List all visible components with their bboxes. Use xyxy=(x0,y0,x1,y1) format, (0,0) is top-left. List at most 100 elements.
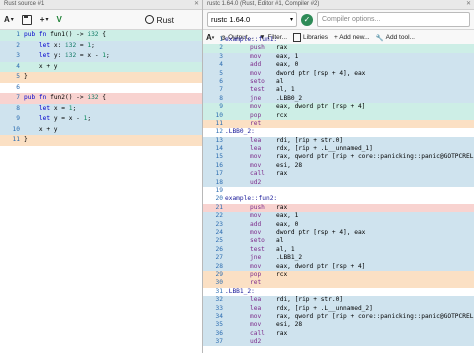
close-icon[interactable]: ✕ xyxy=(194,0,199,9)
source-line[interactable]: 6 xyxy=(0,83,202,94)
source-line[interactable]: 11} xyxy=(0,135,202,146)
asm-line[interactable]: 25 seto al xyxy=(203,237,474,246)
source-line-text: x + y xyxy=(24,125,58,133)
asm-opcode: push xyxy=(250,203,265,211)
asm-line[interactable]: 37 ud2 xyxy=(203,338,474,347)
asm-opcode: lea xyxy=(250,145,262,153)
asm-line[interactable]: 6 seto al xyxy=(203,77,474,87)
source-tab[interactable]: Rust source #1 ✕ xyxy=(0,0,202,10)
source-line[interactable]: 3 let y: i32 = x - 1; xyxy=(0,51,202,62)
line-number: 10 xyxy=(12,125,20,133)
line-number: 8 xyxy=(16,104,20,112)
source-line[interactable]: 7 pub fn fun2() -> i32 { xyxy=(0,93,202,104)
asm-opcode: mov xyxy=(250,153,262,161)
language-selector[interactable]: Rust xyxy=(141,10,178,29)
asm-opcode: ret xyxy=(250,279,262,287)
asm-line[interactable]: 15 mov rax, qword ptr [rip + core::panicki… xyxy=(203,153,474,162)
source-tab-title: Rust source #1 xyxy=(4,1,45,7)
asm-line[interactable]: 23 add eax, 0 xyxy=(203,220,474,229)
asm-line[interactable]: 1 example::fun1: xyxy=(203,36,474,44)
line-number: 19 xyxy=(215,187,223,195)
compiler-options-input[interactable]: Compiler options... xyxy=(317,12,470,27)
asm-line[interactable]: 3 mov eax, 1 xyxy=(203,52,474,62)
asm-line[interactable]: 32 lea rdi, [rip + str.0] xyxy=(203,296,474,305)
asm-operands: al xyxy=(276,77,284,85)
asm-opcode: mov xyxy=(250,262,262,270)
line-number: 34 xyxy=(215,312,223,320)
asm-line[interactable]: 14 lea rdx, [rip + .L__unnamed_1] xyxy=(203,145,474,154)
source-line[interactable]: 9 let y = x - 1; xyxy=(0,114,202,125)
line-number: 7 xyxy=(16,94,20,101)
asm-opcode: add xyxy=(250,220,262,228)
source-line[interactable]: 8 let x = 1; xyxy=(0,103,202,114)
asm-line[interactable]: 26 test al, 1 xyxy=(203,245,474,255)
asm-line[interactable]: 27 jne .LBB1_2 xyxy=(203,254,474,263)
source-line[interactable]: 2 let x: i32 = 1; xyxy=(0,40,202,51)
source-line-text: } xyxy=(24,73,28,80)
asm-line[interactable]: 9 mov eax, dword ptr [rsp + 4] xyxy=(203,103,474,112)
line-number: 4 xyxy=(16,62,20,70)
asm-line[interactable]: 2 push rax xyxy=(203,44,474,53)
asm-operands: eax, 1 xyxy=(276,52,299,60)
asm-opcode: mov xyxy=(250,161,262,169)
asm-line[interactable]: 17 call rax xyxy=(203,170,474,179)
asm-line[interactable]: 16 mov esi, 28 xyxy=(203,161,474,171)
source-line-text: let y: i32 = x - 1; xyxy=(38,52,110,59)
asm-line[interactable]: 8 jne .LBB0_2 xyxy=(203,94,474,104)
asm-opcode: test xyxy=(250,245,265,253)
source-line-text: let x = 1; xyxy=(38,104,77,112)
save-button[interactable] xyxy=(18,10,36,29)
asm-line[interactable]: 35 mov esi, 28 xyxy=(203,321,474,330)
line-number: 30 xyxy=(215,279,223,287)
asm-line[interactable]: 36 call rax xyxy=(203,329,474,339)
asm-line[interactable]: 20 example::fun2: xyxy=(203,195,474,203)
asm-operands: rax, qword ptr [rip + core::panicking::p… xyxy=(276,153,474,161)
asm-line[interactable]: 34 mov rax, qword ptr [rip + core::panicki… xyxy=(203,312,474,322)
asm-line[interactable]: 19 xyxy=(203,187,474,195)
line-number: 14 xyxy=(215,145,223,153)
add-button[interactable]: + ▾ xyxy=(36,10,53,29)
close-icon[interactable]: ✕ xyxy=(466,0,471,9)
line-number: 11 xyxy=(215,119,223,127)
asm-line[interactable]: 12 .LBB0_2: xyxy=(203,128,474,136)
asm-line[interactable]: 13 lea rdi, [rip + str.0] xyxy=(203,136,474,146)
assembly-output[interactable]: 1 example::fun1: 2 push rax 3 mov eax, 1 4 add eax… xyxy=(203,36,474,347)
asm-operands: eax, dword ptr [rsp + 4] xyxy=(276,262,366,270)
asm-line[interactable]: 28 mov eax, dword ptr [rsp + 4] xyxy=(203,262,474,271)
line-number: 9 xyxy=(219,103,223,111)
asm-opcode: mov xyxy=(250,52,262,60)
asm-line[interactable]: 4 add eax, 0 xyxy=(203,61,474,70)
asm-line[interactable]: 5 mov dword ptr [rsp + 4], eax xyxy=(203,69,474,78)
source-line[interactable]: 4 x + y xyxy=(0,61,202,72)
asm-opcode: lea xyxy=(250,296,262,304)
line-number: 16 xyxy=(215,161,223,169)
line-number: 6 xyxy=(16,83,20,91)
vim-icon: V xyxy=(56,15,62,24)
vim-button[interactable]: V xyxy=(52,10,65,29)
line-number: 3 xyxy=(16,52,20,59)
chevron-down-icon: ▾ xyxy=(10,17,14,23)
line-number: 11 xyxy=(12,136,20,143)
asm-line[interactable]: 18 ud2 xyxy=(203,178,474,188)
compiler-options-placeholder: Compiler options... xyxy=(322,16,381,23)
source-line[interactable]: 1 pub fn fun1() -> i32 { xyxy=(0,30,202,41)
asm-line[interactable]: 21 push rax xyxy=(203,203,474,213)
asm-line[interactable]: 29 pop rcx xyxy=(203,270,474,280)
asm-line[interactable]: 33 lea rdx, [rip + .L__unnamed_2] xyxy=(203,304,474,313)
font-size-button[interactable]: A ▾ xyxy=(0,10,18,29)
asm-line[interactable]: 7 test al, 1 xyxy=(203,86,474,95)
source-code[interactable]: 1 pub fn fun1() -> i32 {2 let x: i32 = 1;… xyxy=(0,30,202,146)
asm-line[interactable]: 11 ret xyxy=(203,119,474,129)
asm-line[interactable]: 10 pop rcx xyxy=(203,111,474,120)
asm-operands: rax xyxy=(276,329,288,337)
compiler-select[interactable]: rustc 1.64.0 ▾ xyxy=(207,12,297,27)
source-line[interactable]: 5} xyxy=(0,72,202,83)
asm-line[interactable]: 22 mov eax, 1 xyxy=(203,212,474,221)
asm-line[interactable]: 24 mov dword ptr [rsp + 4], eax xyxy=(203,228,474,238)
asm-line[interactable]: 30 ret xyxy=(203,279,474,288)
asm-opcode: call xyxy=(250,329,265,337)
compiler-tab[interactable]: rustc 1.64.0 (Rust, Editor #1, Compiler … xyxy=(203,0,474,10)
compiler-output-pane: rustc 1.64.0 (Rust, Editor #1, Compiler … xyxy=(203,0,474,353)
source-line[interactable]: 10 x + y xyxy=(0,124,202,135)
asm-line[interactable]: 31 .LBB1_2: xyxy=(203,288,474,296)
